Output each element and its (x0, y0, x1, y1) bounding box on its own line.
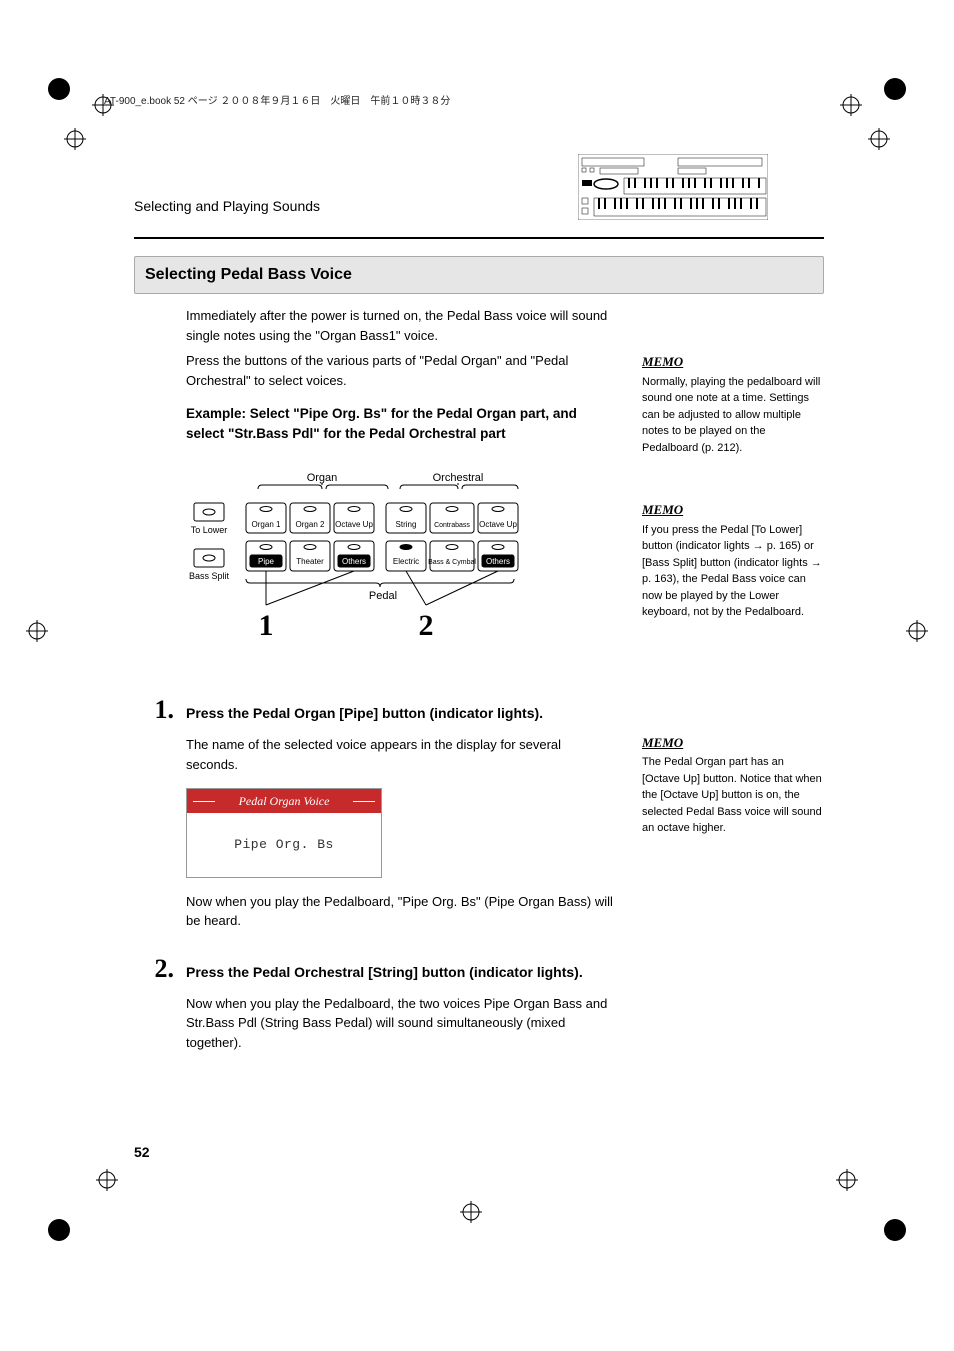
svg-text:Others: Others (342, 557, 366, 566)
step-1: 1. Press the Pedal Organ [Pipe] button (… (134, 690, 614, 729)
registration-mark (868, 128, 890, 150)
svg-text:Organ 1: Organ 1 (252, 520, 281, 529)
svg-text:To Lower: To Lower (191, 525, 228, 535)
diagram-pedal-label: Pedal (369, 590, 397, 602)
book-tag-text: AT-900_e.book 52 ページ ２００８年９月１６日 火曜日 午前１０… (104, 94, 450, 109)
registration-mark (64, 128, 86, 150)
step-1-number: 1. (134, 690, 174, 729)
section-title: Selecting Pedal Bass Voice (134, 256, 824, 294)
registration-mark (26, 620, 48, 642)
intro-para-2: Press the buttons of the various parts o… (186, 351, 614, 390)
svg-text:Others: Others (486, 557, 510, 566)
step-2: 2. Press the Pedal Orchestral [String] b… (134, 949, 614, 988)
diagram-callout-1: 1 (259, 609, 274, 642)
svg-text:Octave Up: Octave Up (335, 520, 373, 529)
book-header-tag: AT-900_e.book 52 ページ ２００８年９月１６日 火曜日 午前１０… (104, 94, 450, 109)
display-value: Pipe Org. Bs (187, 813, 381, 877)
keyboard-diagram-icon (578, 154, 768, 220)
section-title-text: Selecting Pedal Bass Voice (145, 266, 352, 283)
svg-text:String: String (396, 520, 417, 529)
memo-3: MEMO The Pedal Organ part has an [Octave… (642, 733, 822, 837)
corner-dot (884, 1219, 906, 1241)
memo-2: MEMO If you press the Pedal [To Lower] b… (642, 500, 822, 621)
diagram-callout-2: 2 (419, 609, 434, 642)
registration-mark (460, 1201, 482, 1223)
svg-text:Electric: Electric (393, 557, 419, 566)
display-title: Pedal Organ Voice (187, 789, 381, 813)
svg-text:Bass Split: Bass Split (189, 571, 230, 581)
svg-text:Contrabass: Contrabass (434, 522, 470, 529)
display-screenshot: Pedal Organ Voice Pipe Org. Bs (186, 788, 382, 878)
step-1-title: Press the Pedal Organ [Pipe] button (ind… (186, 703, 543, 724)
chapter-title: Selecting and Playing Sounds (134, 198, 320, 214)
svg-text:Bass & Cymbal: Bass & Cymbal (428, 559, 476, 566)
corner-dot (884, 78, 906, 100)
registration-mark (840, 94, 862, 116)
diagram-to-lower-button: To Lower (191, 503, 228, 535)
svg-text:Octave Up: Octave Up (479, 520, 517, 529)
corner-dot (48, 78, 70, 100)
pedal-panel-diagram: Organ Orchestral To Lower Bass Split (186, 467, 526, 647)
step-2-title: Press the Pedal Orchestral [String] butt… (186, 962, 583, 983)
svg-text:Pipe: Pipe (258, 557, 275, 566)
diagram-group-orchestral: Orchestral (433, 472, 484, 484)
memo-1: MEMO Normally, playing the pedalboard wi… (642, 352, 822, 456)
page-number: 52 (134, 1142, 150, 1163)
memo-label: MEMO (642, 352, 822, 372)
step-1-body-1: The name of the selected voice appears i… (186, 735, 614, 774)
intro-para-1: Immediately after the power is turned on… (186, 306, 614, 345)
memo-label: MEMO (642, 500, 822, 520)
registration-mark (836, 1169, 858, 1191)
corner-dot (48, 1219, 70, 1241)
memo-2-text: If you press the Pedal [To Lower] button… (642, 522, 822, 621)
memo-label: MEMO (642, 733, 822, 753)
diagram-bass-split-button: Bass Split (189, 549, 230, 581)
step-2-body: Now when you play the Pedalboard, the tw… (186, 994, 614, 1053)
step-1-body-2: Now when you play the Pedalboard, "Pipe … (186, 892, 614, 931)
header-divider (134, 237, 824, 239)
diagram-group-organ: Organ (307, 472, 338, 484)
step-2-number: 2. (134, 949, 174, 988)
svg-text:Theater: Theater (296, 557, 324, 566)
registration-mark (906, 620, 928, 642)
svg-text:Organ 2: Organ 2 (296, 520, 325, 529)
memo-3-text: The Pedal Organ part has an [Octave Up] … (642, 754, 822, 837)
registration-mark (96, 1169, 118, 1191)
example-heading: Example: Select "Pipe Org. Bs" for the P… (186, 404, 614, 445)
memo-1-text: Normally, playing the pedalboard will so… (642, 374, 822, 457)
